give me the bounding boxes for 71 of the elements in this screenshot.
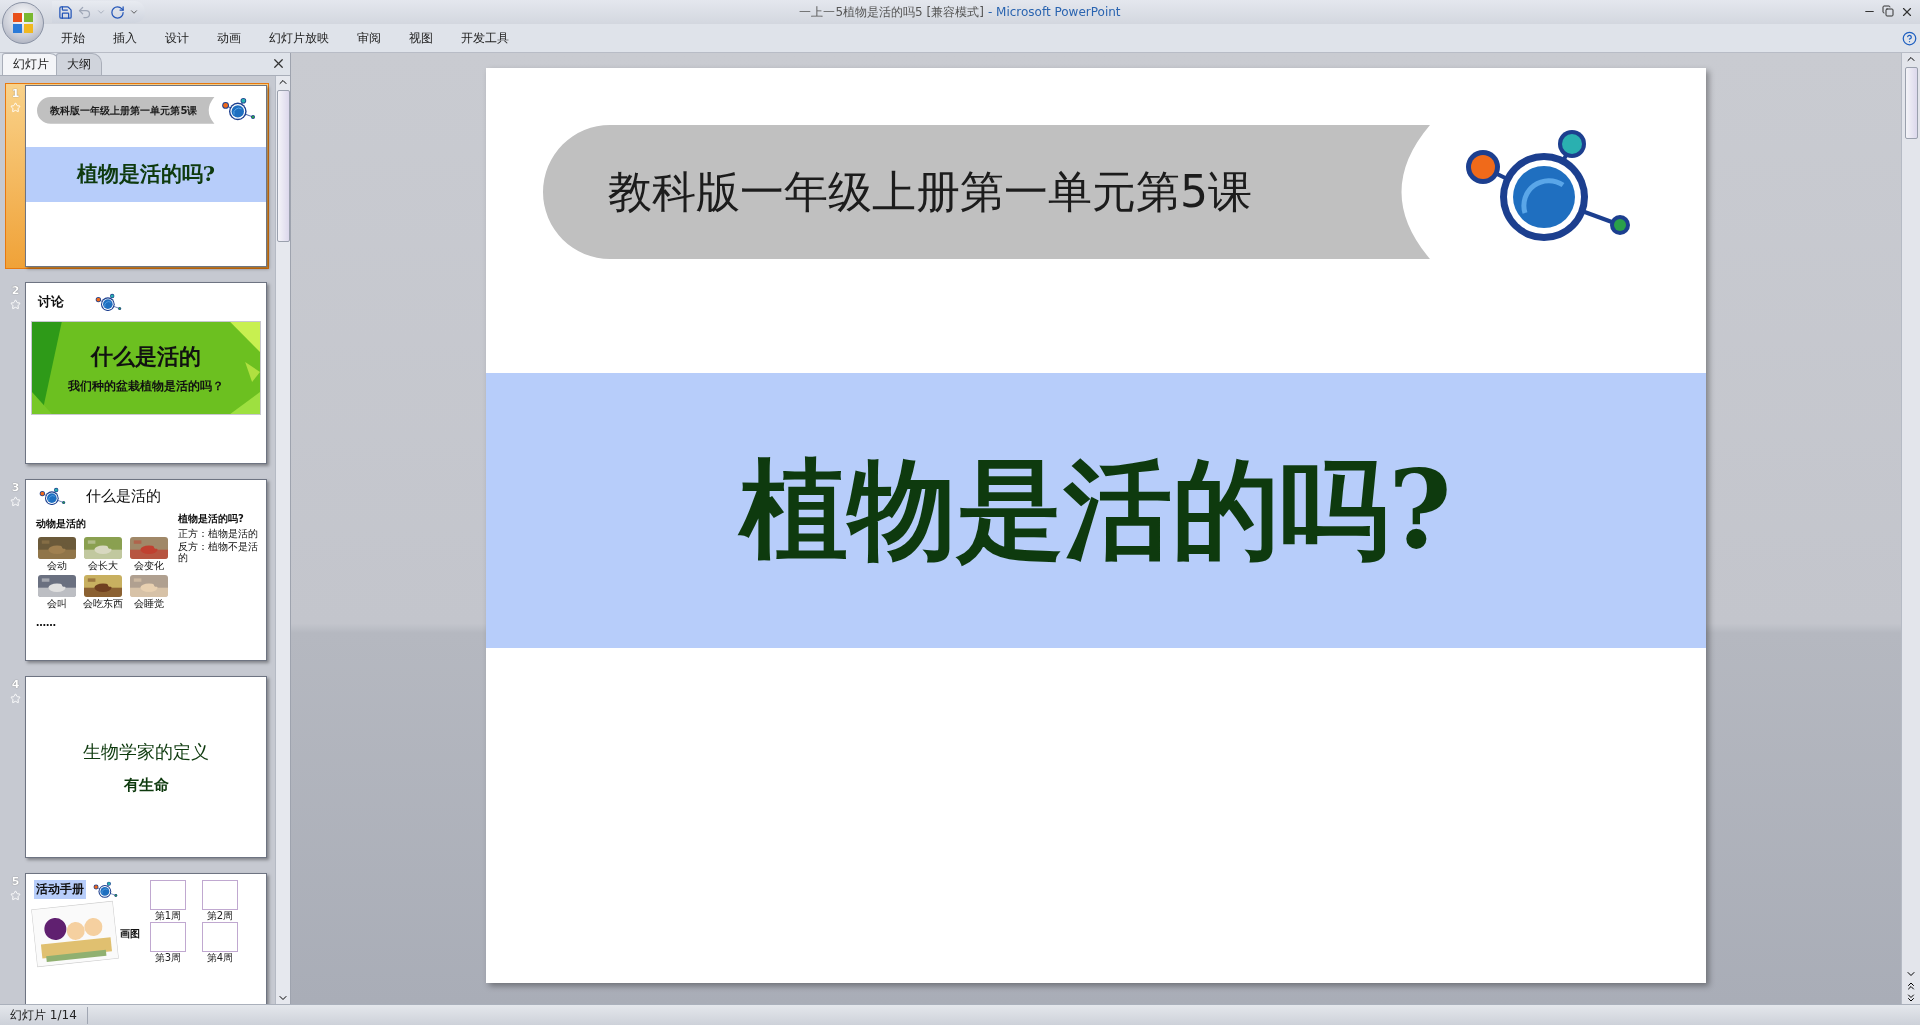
window-title: 一上一5植物是活的吗5 [兼容模式]	[799, 3, 984, 21]
restore-icon[interactable]	[1882, 5, 1894, 19]
section-heading: 植物是活的吗?	[178, 512, 245, 526]
ribbon-tab[interactable]: 插入	[99, 29, 151, 47]
drawing-frame	[202, 921, 238, 952]
slide-number: 5	[11, 875, 20, 888]
scrollbar-thumb[interactable]	[1904, 67, 1918, 139]
office-button[interactable]	[2, 2, 44, 44]
office-logo-icon	[12, 12, 34, 34]
drawing-frame	[202, 880, 238, 910]
slide-heading: 植物是活的吗?	[76, 160, 216, 189]
molecule-logo	[92, 880, 118, 899]
molecule-logo	[38, 486, 66, 506]
customize-caret-icon[interactable]	[129, 7, 139, 17]
slide-subheading: 我们种的盆栽植物是活的吗？	[68, 377, 224, 395]
ribbon-tab[interactable]: 视图	[395, 29, 447, 47]
photo-caption: 会吃东西	[83, 597, 123, 611]
photo-caption: 会睡觉	[134, 597, 164, 611]
molecule-logo	[219, 97, 256, 122]
app-name: - Microsoft PowerPoint	[987, 5, 1121, 19]
ellipsis-text: ……	[36, 617, 56, 628]
slide-title: 活动手册	[34, 880, 86, 899]
slide-heading: 植物是活的吗?	[740, 444, 1452, 574]
week-label: 第4周	[206, 951, 234, 963]
slide-heading: 生物学家的定义	[83, 739, 209, 764]
photo-caption: 会长大	[88, 559, 118, 573]
close-icon[interactable]	[1900, 5, 1914, 19]
banner-text: 教科版一年级上册第一单元第5课	[50, 103, 198, 118]
close-icon[interactable]	[271, 56, 286, 71]
slide-title: 讨论	[38, 293, 64, 311]
photo-caption: 会叫	[47, 597, 67, 611]
slide-number: 1	[11, 87, 20, 100]
pane-tab[interactable]: 大纲	[56, 53, 102, 75]
week-label: 第2周	[206, 910, 234, 921]
section-heading: 动物是活的	[36, 518, 86, 529]
slide-number: 3	[11, 481, 20, 494]
redo-icon[interactable]	[110, 4, 125, 20]
slide-thumbnail[interactable]: 1 教科版一年级上册第一单元第5课 植物是活的吗?	[5, 83, 269, 269]
slide-heading: 什么是活的	[86, 486, 161, 506]
ribbon-tab[interactable]: 审阅	[343, 29, 395, 47]
previous-slide-icon[interactable]	[1905, 980, 1917, 992]
week-label: 第1周	[154, 910, 182, 921]
molecule-logo	[94, 292, 122, 312]
bullet-text: 正方：植物是活的	[178, 528, 259, 539]
scrollbar-thumb[interactable]	[276, 90, 290, 242]
ribbon-tab[interactable]: 设计	[151, 29, 203, 47]
slide-number: 2	[11, 284, 20, 297]
slide-heading: 什么是活的	[91, 342, 201, 371]
next-slide-icon[interactable]	[1905, 992, 1917, 1004]
ribbon-tab[interactable]: 幻灯片放映	[255, 29, 343, 47]
bullet-text: 反方：植物不是活的	[178, 541, 259, 563]
drawing-frame	[150, 880, 186, 910]
status-text: 幻灯片 1/14	[0, 1006, 88, 1024]
ribbon-tab[interactable]: 动画	[203, 29, 255, 47]
ribbon-tab[interactable]: 开发工具	[447, 29, 523, 47]
photo-caption: 会变化	[134, 559, 164, 573]
banner-text: 教科版一年级上册第一单元第5课	[608, 164, 1252, 219]
star-icon	[10, 890, 21, 901]
ribbon-tab[interactable]: 开始	[47, 29, 99, 47]
save-icon[interactable]	[58, 4, 73, 20]
help-icon[interactable]	[1902, 30, 1917, 46]
star-icon	[10, 299, 21, 310]
week-label: 第3周	[154, 951, 182, 963]
star-icon	[10, 496, 21, 507]
star-icon	[10, 102, 21, 113]
star-icon	[10, 693, 21, 704]
photo-caption: 会动	[47, 559, 67, 573]
drawing-frame	[150, 921, 186, 952]
activity-label: 画图	[120, 927, 140, 941]
slide-number: 4	[11, 678, 20, 691]
slide-subheading: 有生命	[123, 775, 169, 795]
